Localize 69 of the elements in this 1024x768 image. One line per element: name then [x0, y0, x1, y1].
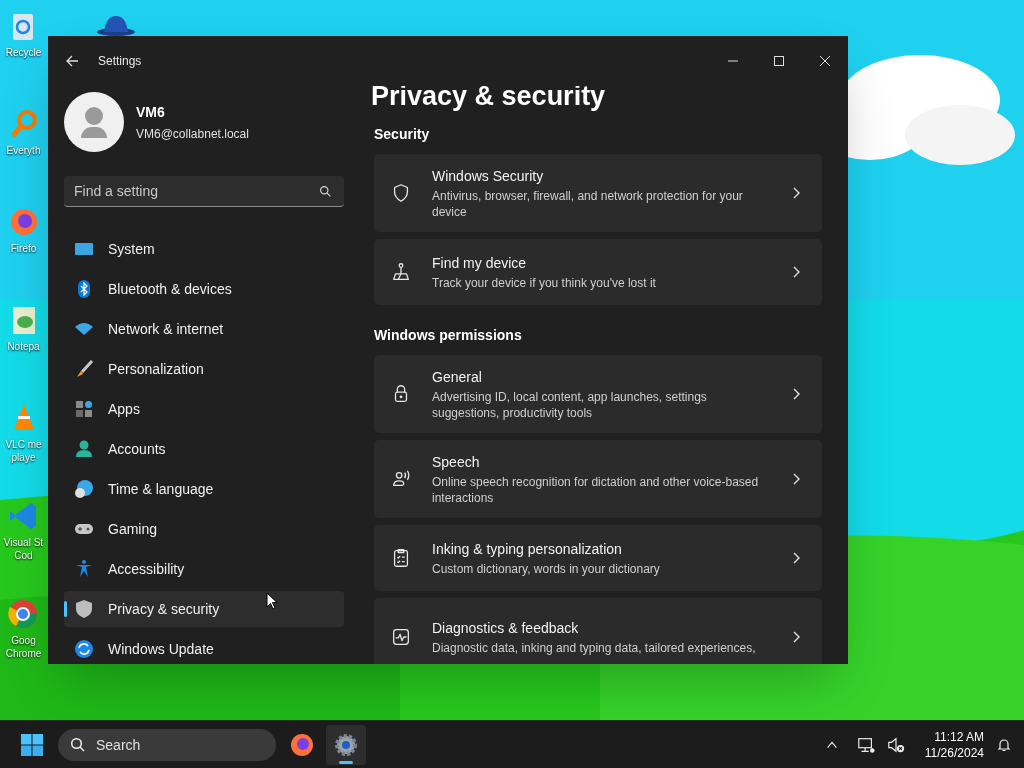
- sidebar-icon: [74, 599, 94, 619]
- sidebar-icon: [74, 439, 94, 459]
- desktop-icon-label: Everyth: [6, 144, 41, 157]
- settings-card[interactable]: General Advertising ID, local content, app launches, settings suggestions, productivity tools: [374, 355, 822, 433]
- profile-name: VM6: [136, 102, 166, 122]
- locate-icon: [390, 261, 412, 283]
- sidebar-item[interactable]: Network & internet: [64, 311, 344, 347]
- start-icon[interactable]: [20, 732, 44, 757]
- maximize-icon: [774, 56, 784, 66]
- desktop-icon-label: Visual St Cod: [3, 536, 44, 562]
- card-description: Track your device if you think you've lost it: [432, 275, 657, 291]
- card-title: Windows Security: [432, 167, 545, 186]
- settings-card[interactable]: Inking & typing personalization Custom dictionary, words in your dictionary: [374, 525, 822, 591]
- section-heading: Windows permissions: [374, 326, 523, 345]
- page-title: Privacy & security: [371, 86, 607, 113]
- desktop-icon-label: Notepa: [7, 340, 40, 353]
- avatar: [64, 92, 124, 152]
- card-description: Antivirus, browser, firewall, and network protection for your device: [432, 188, 744, 220]
- card-title: Speech: [432, 453, 481, 472]
- close-icon: [820, 56, 830, 66]
- settings-card[interactable]: Find my device Track your device if you think you've lost it: [374, 239, 822, 305]
- profile-email: VM6@collabnet.local: [136, 125, 249, 143]
- taskbar-app[interactable]: [326, 724, 366, 765]
- pulse-icon: [390, 626, 412, 648]
- card-title: Find my device: [432, 254, 528, 273]
- sidebar-item[interactable]: Privacy & security: [64, 591, 344, 627]
- card-description: Custom dictionary, words in your dictionary: [432, 561, 661, 577]
- desktop-icon-label: Recycle: [5, 46, 42, 59]
- browser-icon: [290, 732, 314, 757]
- sidebar-item[interactable]: Accounts: [64, 431, 344, 467]
- sidebar-item[interactable]: Apps: [64, 391, 344, 427]
- card-description: Advertising ID, local content, app launches, settings suggestions, productivity tools: [432, 389, 708, 421]
- back-arrow-icon[interactable]: [64, 53, 80, 69]
- settings-card[interactable]: Speech Online speech recognition for dictation and other voice-based interactions: [374, 440, 822, 518]
- window-title: Settings: [98, 53, 142, 70]
- card-title: Inking & typing personalization: [432, 540, 623, 559]
- card-title: Diagnostics & feedback: [432, 619, 580, 638]
- sidebar-item[interactable]: Time & language: [64, 471, 344, 507]
- settings-card[interactable]: Windows Security Antivirus, browser, firewall, and network protection for your device: [374, 154, 822, 232]
- sidebar-item[interactable]: Personalization: [64, 351, 344, 387]
- notification-bell-icon[interactable]: [996, 736, 1012, 753]
- card-title: General: [432, 368, 483, 387]
- sidebar-icon: [74, 639, 94, 659]
- mouse-cursor-icon: [266, 592, 278, 610]
- section-heading: Security: [374, 125, 431, 144]
- sidebar-icon: [74, 399, 94, 419]
- search-icon: [70, 736, 86, 753]
- sidebar-item[interactable]: Accessibility: [64, 551, 344, 587]
- muted-speaker-icon[interactable]: [886, 735, 905, 754]
- search-icon: [319, 185, 332, 198]
- desktop-app-icon[interactable]: [96, 14, 136, 36]
- clock[interactable]: 11:12 AM 11/26/2024: [924, 728, 984, 761]
- desktop-icon-label: Firefo: [10, 242, 37, 255]
- sidebar-item[interactable]: Bluetooth & devices: [64, 271, 344, 307]
- sidebar-icon: [74, 479, 94, 499]
- sidebar-item[interactable]: System: [64, 231, 344, 267]
- sidebar-icon: [74, 359, 94, 379]
- settings-search-field[interactable]: Find a setting: [64, 176, 344, 207]
- desktop-shortcut-icon[interactable]: [7, 598, 40, 630]
- sidebar-item[interactable]: Windows Update: [64, 631, 344, 664]
- card-description: Diagnostic data, inking and typing data, tailored experiences,: [432, 640, 757, 656]
- desktop-icon-label: Goog Chrome: [5, 634, 42, 660]
- card-description: Online speech recognition for dictation and other voice-based interactions: [432, 474, 760, 506]
- network-icon[interactable]: [856, 735, 875, 754]
- gear-icon: [334, 732, 358, 757]
- taskbar-search-field[interactable]: Search: [58, 728, 276, 761]
- settings-card[interactable]: Diagnostics & feedback Diagnostic data, inking and typing data, tailored experiences,: [374, 598, 822, 664]
- desktop-icon-label: VLC me playe: [5, 438, 42, 464]
- sidebar-item[interactable]: Gaming: [64, 511, 344, 547]
